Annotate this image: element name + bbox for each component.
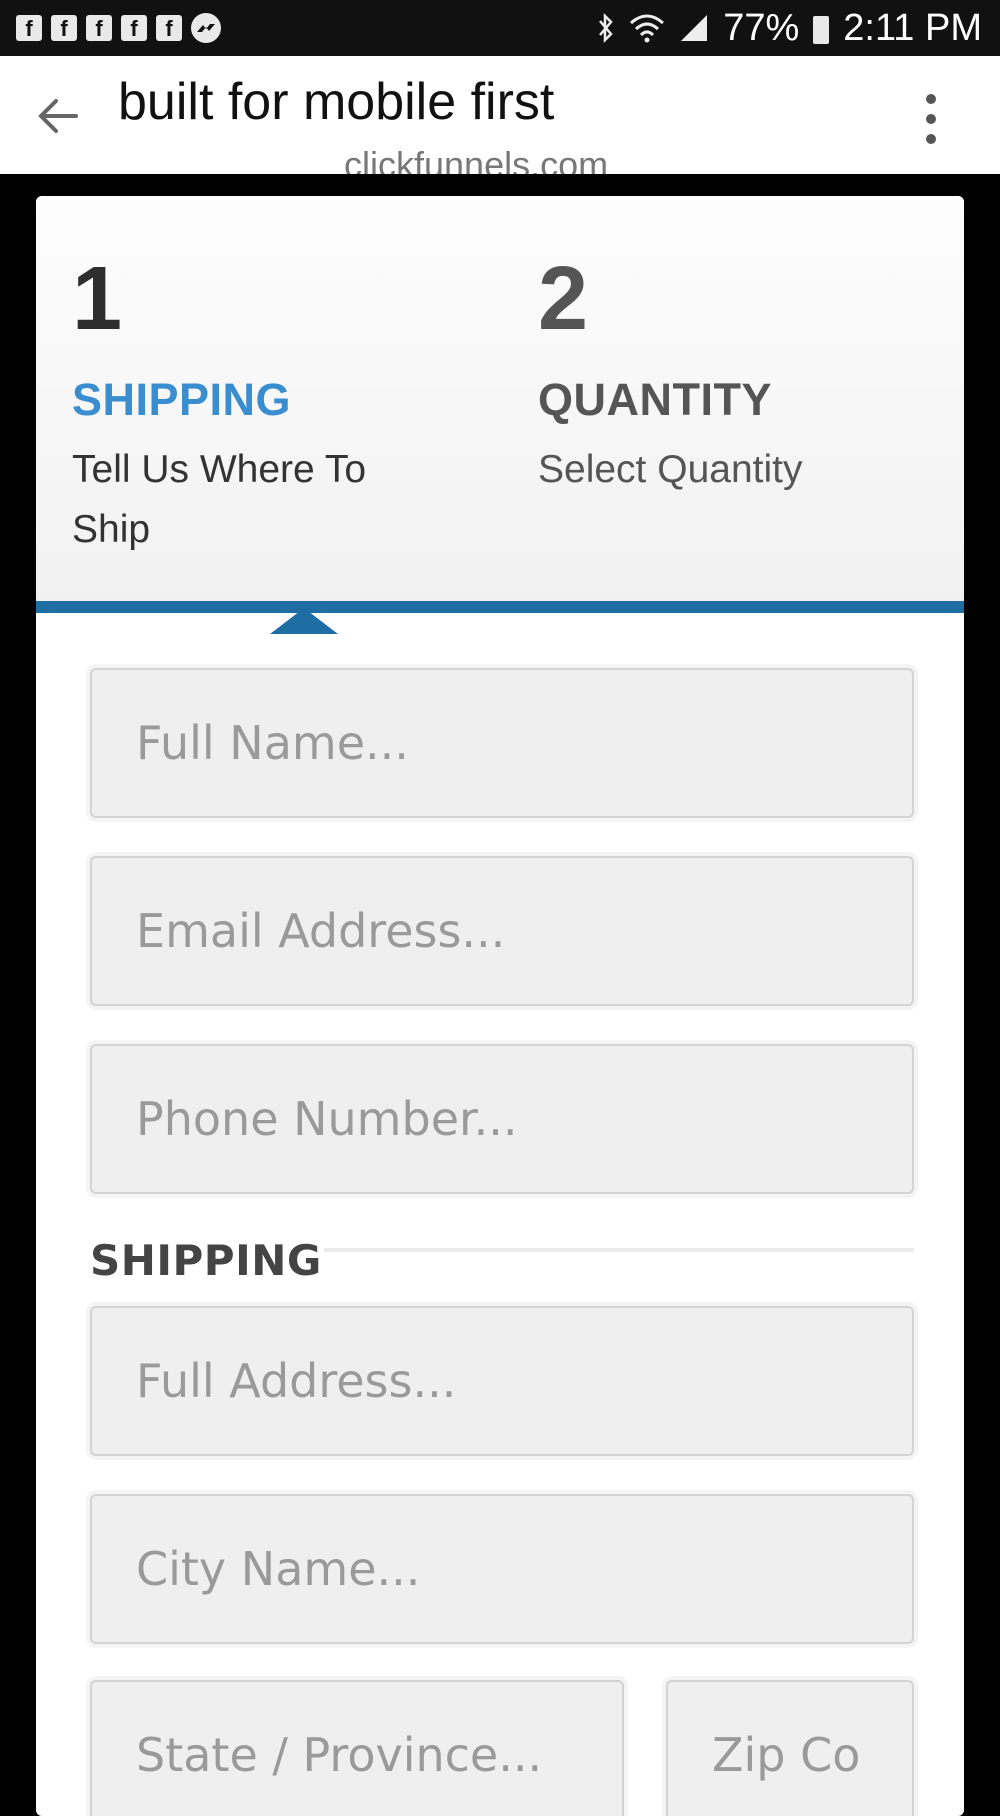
step-quantity[interactable]: 2 QUANTITY Select Quantity xyxy=(538,254,958,500)
full-name-input[interactable]: Full Name... xyxy=(90,668,914,818)
section-divider xyxy=(324,1248,914,1252)
address-input[interactable]: Full Address... xyxy=(90,1306,914,1456)
page-title: built for mobile first xyxy=(118,73,555,131)
battery-percent: 77% xyxy=(723,6,800,49)
wifi-icon xyxy=(630,14,665,43)
clock: 2:11 PM xyxy=(843,6,982,49)
step-number: 2 xyxy=(538,249,589,349)
bluetooth-icon xyxy=(599,12,613,44)
facebook-icon: f xyxy=(86,15,112,41)
step-indicator: 1 SHIPPING Tell Us Where To Ship 2 QUANT… xyxy=(36,196,964,606)
order-form-card: 1 SHIPPING Tell Us Where To Ship 2 QUANT… xyxy=(36,196,964,1816)
notification-icons: f f f f f xyxy=(16,13,221,43)
step-label: QUANTITY xyxy=(538,374,772,425)
email-input[interactable]: Email Address... xyxy=(90,856,914,1006)
status-bar: f f f f f 77% 2:11 PM xyxy=(0,0,1000,56)
zip-input[interactable]: Zip Co xyxy=(666,1680,914,1816)
state-input[interactable]: State / Province... xyxy=(90,1680,624,1816)
step-description: Tell Us Where To Ship xyxy=(72,448,367,551)
step-description: Select Quantity xyxy=(538,448,803,491)
messenger-icon xyxy=(191,13,221,43)
phone-input[interactable]: Phone Number... xyxy=(90,1044,914,1194)
facebook-icon: f xyxy=(121,15,147,41)
step-label: SHIPPING xyxy=(72,374,292,425)
progress-bar xyxy=(36,601,964,613)
browser-toolbar: built for mobile first clickfunnels.com xyxy=(0,56,1000,174)
city-input[interactable]: City Name... xyxy=(90,1494,914,1644)
facebook-icon: f xyxy=(16,15,42,41)
step-number: 1 xyxy=(72,249,123,349)
back-arrow-icon[interactable] xyxy=(36,96,80,136)
battery-icon xyxy=(813,16,830,44)
signal-icon xyxy=(681,15,708,41)
facebook-icon: f xyxy=(156,15,182,41)
facebook-icon: f xyxy=(51,15,77,41)
more-options-icon[interactable] xyxy=(925,94,937,144)
step-shipping[interactable]: 1 SHIPPING Tell Us Where To Ship xyxy=(72,254,492,560)
active-step-caret-icon xyxy=(270,608,338,634)
system-icons: 77% 2:11 PM xyxy=(597,7,982,50)
shipping-section-title: SHIPPING xyxy=(90,1236,322,1285)
page-domain[interactable]: clickfunnels.com xyxy=(344,144,608,174)
